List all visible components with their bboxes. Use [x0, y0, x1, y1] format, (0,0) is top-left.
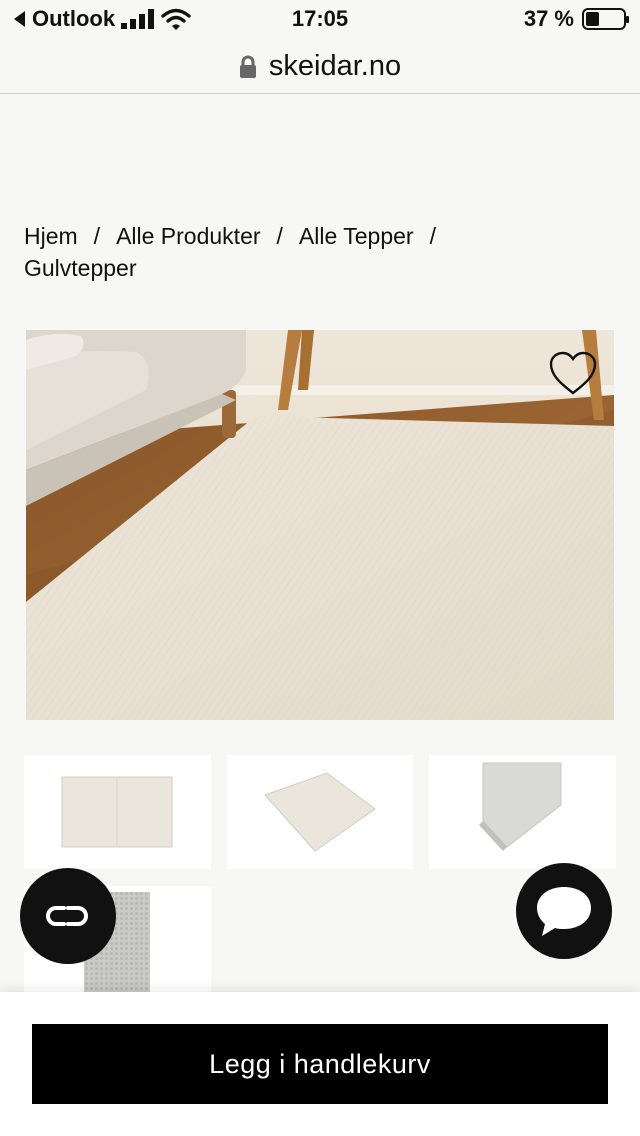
co-floating-button[interactable]	[20, 868, 116, 964]
breadcrumb-item-all-rugs[interactable]: Alle Tepper	[299, 223, 414, 249]
rug-angled-thumbnail	[264, 772, 376, 852]
ios-status-bar: Outlook 17:05 37 %	[0, 0, 640, 40]
add-to-cart-button[interactable]: Legg i handlekurv	[32, 1024, 608, 1104]
thumbnail-3[interactable]	[429, 755, 616, 869]
chat-bubble-icon	[537, 887, 591, 936]
battery-icon	[582, 8, 629, 30]
thumbnail-1[interactable]	[24, 755, 211, 869]
breadcrumb-item-home[interactable]: Hjem	[24, 223, 78, 249]
co-logo-icon	[46, 906, 88, 926]
battery-percent: 37 %	[523, 6, 574, 31]
sticky-cart-bar: Legg i handlekurv	[0, 992, 640, 1136]
product-main-image[interactable]	[26, 330, 614, 720]
rug-folded-thumbnail	[479, 762, 562, 851]
breadcrumb-item-floor-rugs[interactable]: Gulvtepper	[24, 255, 137, 281]
thumbnail-2[interactable]	[227, 755, 413, 869]
breadcrumb-separator: /	[276, 223, 283, 249]
chat-floating-button[interactable]	[516, 863, 612, 959]
rug-flat-thumbnail	[61, 776, 173, 848]
url-domain: skeidar.no	[268, 50, 402, 82]
lock-icon	[239, 55, 256, 78]
rug-room-photo	[26, 330, 614, 720]
browser-url-bar[interactable]: skeidar.no	[0, 40, 640, 94]
favorite-heart-icon[interactable]	[548, 350, 598, 396]
breadcrumb-separator: /	[429, 223, 436, 249]
battery-status: 37 %	[523, 6, 629, 32]
breadcrumb-separator: /	[93, 223, 101, 249]
breadcrumb-item-all-products[interactable]: Alle Produkter	[116, 223, 260, 249]
breadcrumb: Hjem / Alle Produkter / Alle Tepper / Gulvtepp…	[24, 220, 584, 284]
